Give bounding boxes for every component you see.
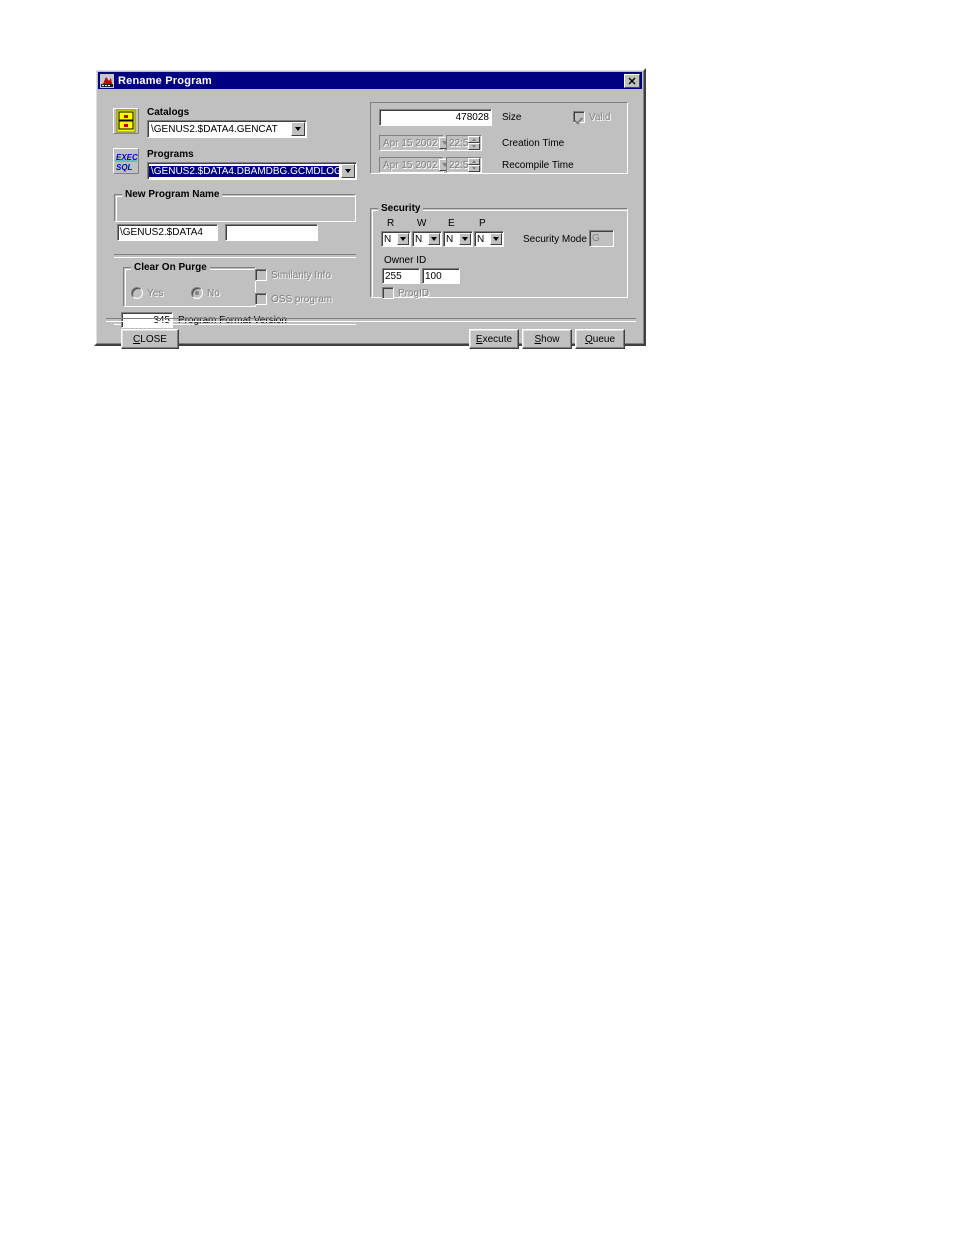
queue-button-label: Queue <box>584 333 616 345</box>
chevron-down-icon[interactable] <box>459 233 471 245</box>
security-header-p: P <box>479 218 486 229</box>
clear-on-purge-yes-label: Yes <box>147 287 164 299</box>
prog-id-checkbox[interactable]: ProgID <box>382 287 429 299</box>
similarity-info-checkbox[interactable]: Similarity Info <box>255 269 331 281</box>
size-label: Size <box>502 112 522 123</box>
separator-upper <box>114 254 356 258</box>
button-bar-separator <box>106 318 636 322</box>
spinner-up-icon[interactable] <box>468 158 481 165</box>
execute-button-label: Execute <box>475 333 513 345</box>
similarity-info-label: Similarity Info <box>271 269 332 281</box>
title-bar[interactable]: Rename Program <box>98 72 642 89</box>
show-button-label: Show <box>534 333 560 345</box>
security-read-value: N <box>384 233 392 245</box>
queue-button[interactable]: Queue <box>575 329 625 349</box>
recompile-date-value: Apr 15 2002 <box>383 159 438 171</box>
window-title: Rename Program <box>118 74 212 87</box>
catalog-cabinet-icon[interactable] <box>113 108 139 134</box>
chevron-down-icon[interactable] <box>490 233 502 245</box>
spinner-buttons[interactable] <box>468 136 481 150</box>
new-program-name-label: New Program Name <box>122 189 223 200</box>
security-mode-input[interactable]: G <box>589 230 614 247</box>
creation-time-label: Creation Time <box>502 138 565 149</box>
catalogs-value: \GENUS2.$DATA4.GENCAT <box>151 123 278 135</box>
security-write-combobox[interactable]: N <box>412 231 442 247</box>
svg-text:SQL: SQL <box>116 163 133 172</box>
creation-date-value: Apr 15 2002 <box>383 137 438 149</box>
checkbox-indicator <box>255 269 267 281</box>
chevron-down-icon[interactable] <box>428 233 440 245</box>
recompile-time-value: 22:5 <box>449 159 469 171</box>
clear-on-purge-no-label: No <box>207 287 220 299</box>
spinner-down-icon[interactable] <box>468 165 481 172</box>
programs-label: Programs <box>147 149 194 160</box>
programs-value: \GENUS2.$DATA4.DBAMDBG.GCMDLOG <box>149 165 339 177</box>
security-header-w: W <box>417 218 427 229</box>
spinner-down-icon[interactable] <box>468 143 481 150</box>
radio-indicator <box>191 287 203 299</box>
clear-on-purge-no-radio[interactable]: No <box>191 287 220 299</box>
creation-time-spinner[interactable]: 22:5 <box>446 135 482 151</box>
security-write-value: N <box>415 233 423 245</box>
security-execute-combobox[interactable]: N <box>443 231 473 247</box>
oss-program-checkbox[interactable]: OSS program <box>255 293 332 305</box>
checkbox-indicator <box>255 293 267 305</box>
rename-program-dialog: Rename Program Catalogs \GENUS2.$DATA4.G… <box>94 68 646 349</box>
security-header-r: R <box>387 218 395 229</box>
programs-combobox[interactable]: \GENUS2.$DATA4.DBAMDBG.GCMDLOG <box>147 162 357 180</box>
execute-button[interactable]: Execute <box>469 329 519 349</box>
app-icon <box>100 73 114 88</box>
creation-date-picker[interactable]: Apr 15 2002 <box>379 135 451 151</box>
checkbox-indicator <box>382 287 394 299</box>
chevron-down-icon[interactable] <box>341 164 355 178</box>
security-read-combobox[interactable]: N <box>381 231 411 247</box>
prog-id-label: ProgID <box>398 287 430 299</box>
spinner-up-icon[interactable] <box>468 136 481 143</box>
new-program-name-input[interactable] <box>225 224 318 241</box>
new-program-name-group: New Program Name <box>114 189 356 222</box>
clear-on-purge-yes-radio[interactable]: Yes <box>131 287 163 299</box>
catalogs-combobox[interactable]: \GENUS2.$DATA4.GENCAT <box>147 120 307 138</box>
new-program-volume-input[interactable]: \GENUS2.$DATA4 <box>117 224 218 241</box>
owner-id-label: Owner ID <box>384 255 427 266</box>
oss-program-label: OSS program <box>271 293 333 305</box>
chevron-down-icon[interactable] <box>397 233 409 245</box>
valid-label: Valid <box>589 111 611 123</box>
security-group: Security <box>370 203 628 298</box>
close-button-label: CLOSE <box>133 333 167 345</box>
dialog-client-area: Catalogs \GENUS2.$DATA4.GENCAT EXEC SQL … <box>98 91 642 349</box>
spinner-buttons[interactable] <box>468 158 481 172</box>
exec-sql-icon[interactable]: EXEC SQL <box>113 148 139 174</box>
security-purge-combobox[interactable]: N <box>474 231 504 247</box>
owner-id-user-input[interactable]: 100 <box>422 268 460 284</box>
chevron-down-icon[interactable] <box>291 122 305 136</box>
show-button[interactable]: Show <box>522 329 572 349</box>
close-icon[interactable] <box>624 73 640 88</box>
security-execute-value: N <box>446 233 454 245</box>
recompile-time-label: Recompile Time <box>502 160 574 171</box>
owner-id-group-input[interactable]: 255 <box>382 268 420 284</box>
security-mode-label: Security Mode <box>523 234 587 245</box>
checkbox-indicator <box>573 111 585 123</box>
radio-indicator <box>131 287 143 299</box>
security-header-e: E <box>448 218 455 229</box>
creation-time-value: 22:5 <box>449 137 469 149</box>
security-label: Security <box>378 203 424 214</box>
recompile-time-spinner[interactable]: 22:5 <box>446 157 482 173</box>
security-purge-value: N <box>477 233 485 245</box>
size-input[interactable]: 478028 <box>379 109 492 126</box>
valid-checkbox[interactable]: Valid <box>573 111 611 123</box>
close-button[interactable]: CLOSE <box>121 329 179 349</box>
catalogs-label: Catalogs <box>147 107 190 118</box>
recompile-date-picker[interactable]: Apr 15 2002 <box>379 157 451 173</box>
clear-on-purge-label: Clear On Purge <box>131 262 210 273</box>
